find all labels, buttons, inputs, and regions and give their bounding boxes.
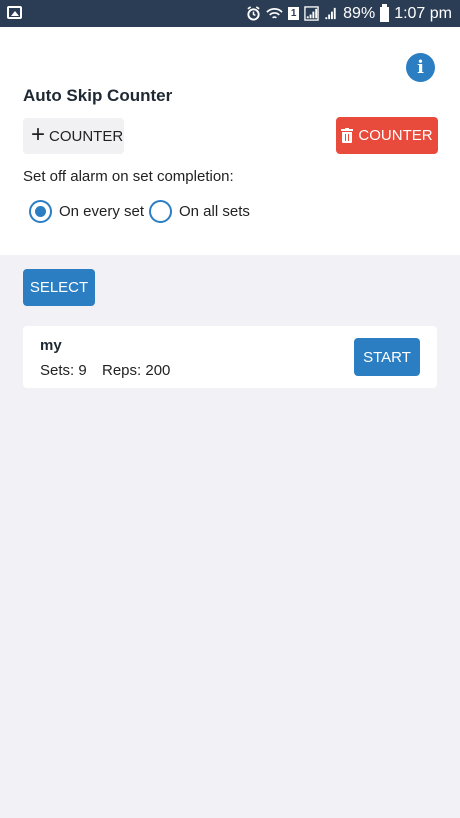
- trash-icon: [341, 128, 354, 143]
- wifi-icon: [266, 7, 283, 19]
- status-icons: 1 89% 1:07 pm: [246, 0, 452, 27]
- radio-on-all-sets[interactable]: On all sets: [149, 200, 250, 223]
- delete-counter-label: COUNTER: [358, 127, 433, 144]
- alarm-clock-icon: [247, 6, 260, 21]
- counter-sets: Sets: 9: [40, 362, 87, 379]
- sim-icon: 1: [288, 7, 300, 20]
- radio-selected-icon[interactable]: [29, 200, 52, 223]
- plus-icon: +: [31, 121, 46, 148]
- status-bar: 1 89% 1:07 pm: [0, 0, 460, 27]
- signal-sim2-icon: [325, 7, 336, 20]
- info-icon[interactable]: i: [406, 53, 435, 82]
- radio-on-every-set[interactable]: On every set: [29, 200, 144, 223]
- signal-sim1-icon: [304, 6, 319, 21]
- page-title: Auto Skip Counter: [23, 86, 173, 105]
- select-button[interactable]: SELECT: [23, 269, 95, 306]
- notification-image-icon: [7, 6, 22, 24]
- radio-unselected-icon[interactable]: [149, 200, 172, 223]
- alarm-setting-label: Set off alarm on set completion:: [23, 168, 234, 185]
- counter-list-item: my Sets: 9 Reps: 200 START: [23, 326, 437, 388]
- clock-time: 1:07 pm: [394, 4, 452, 22]
- counter-reps: Reps: 200: [102, 362, 171, 379]
- counter-name: my: [40, 337, 62, 354]
- battery-icon: [380, 4, 390, 22]
- delete-counter-button[interactable]: COUNTER: [336, 117, 438, 154]
- battery-percent: 89%: [343, 4, 376, 22]
- add-counter-button[interactable]: + COUNTER: [23, 118, 124, 154]
- add-counter-label: COUNTER: [49, 127, 124, 145]
- start-button[interactable]: START: [354, 338, 420, 376]
- radio-on-every-set-label: On every set: [59, 203, 145, 220]
- radio-on-all-sets-label: On all sets: [179, 203, 250, 220]
